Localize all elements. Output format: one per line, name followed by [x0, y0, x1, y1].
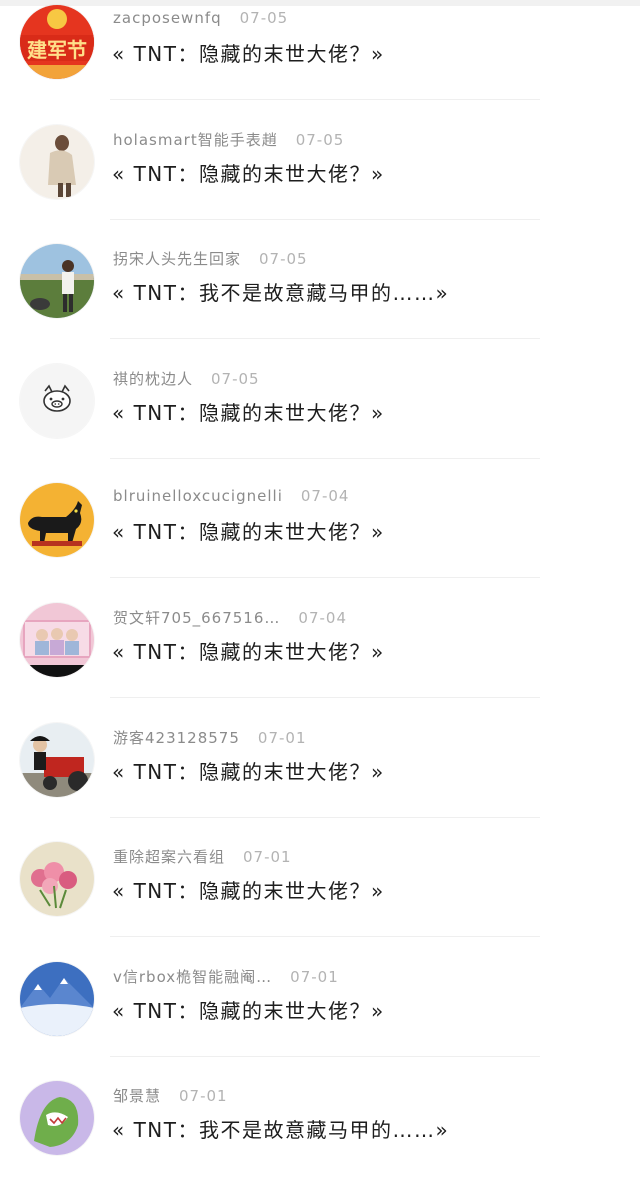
divider	[110, 936, 540, 938]
tractor-photo-avatar-icon[interactable]	[20, 722, 94, 797]
comment-date: 07-04	[298, 608, 347, 627]
comment-item[interactable]: holasmart智能手表趙 07-05 « TNT：隐藏的末世大佬？»	[0, 120, 640, 240]
username[interactable]: 重除超案六看组	[113, 848, 225, 866]
comment-meta: 贺文轩705_667516… 07-04	[113, 607, 347, 628]
divider	[110, 99, 540, 100]
comment-date: 07-04	[300, 487, 350, 506]
username[interactable]: 拐宋人头先生回家	[113, 250, 241, 268]
comment-date: 07-01	[257, 728, 307, 747]
username[interactable]: v信rbox桅智能融阉…	[113, 968, 272, 986]
username[interactable]: 游客423128575	[113, 729, 240, 747]
comment-text[interactable]: « TNT：我不是故意藏马甲的……»	[112, 1114, 449, 1143]
comment-date: 07-05	[259, 250, 308, 269]
flowers-avatar-icon[interactable]	[20, 842, 94, 917]
avatar-text: 建军节	[27, 38, 87, 62]
comment-text[interactable]: « TNT：隐藏的末世大佬？»	[112, 397, 385, 426]
comment-item[interactable]: 重除超案六看组 07-01 « TNT：隐藏的末世大佬？»	[0, 837, 640, 957]
comment-item[interactable]: 游客423128575 07-01 « TNT：隐藏的末世大佬？»	[0, 718, 640, 838]
comment-text[interactable]: « TNT：隐藏的末世大佬？»	[112, 756, 385, 785]
username[interactable]: 祺的枕边人	[113, 370, 193, 388]
comment-item[interactable]: v信rbox桅智能融阉… 07-01 « TNT：隐藏的末世大佬？»	[0, 957, 640, 1077]
username[interactable]: 贺文轩705_667516…	[113, 609, 280, 627]
comment-text[interactable]: « TNT：隐藏的末世大佬？»	[112, 995, 385, 1024]
comment-item[interactable]: 拐宋人头先生回家 07-05 « TNT：我不是故意藏马甲的……»	[0, 239, 640, 359]
comment-meta: 邹景慧 07-01	[113, 1085, 228, 1106]
comment-date: 07-05	[239, 9, 289, 27]
comment-text[interactable]: « TNT：隐藏的末世大佬？»	[112, 875, 385, 904]
pink-photo-avatar-icon[interactable]	[20, 602, 94, 677]
divider	[110, 1055, 540, 1057]
comment-item[interactable]: 建军节 zacposewnfq 07-05 « TNT：隐藏的末世大佬？»	[0, 0, 640, 120]
comment-meta: 拐宋人头先生回家 07-05	[113, 248, 308, 269]
comment-date: 07-05	[295, 130, 345, 149]
comment-text[interactable]: « TNT：我不是故意藏马甲的……»	[112, 277, 449, 306]
comment-date: 07-01	[243, 848, 292, 867]
festival-avatar-icon[interactable]: 建军节	[20, 5, 94, 79]
comment-date: 07-01	[290, 967, 339, 986]
comment-text[interactable]: « TNT：隐藏的末世大佬？»	[112, 636, 385, 665]
comment-text[interactable]: « TNT：隐藏的末世大佬？»	[112, 516, 385, 545]
divider	[110, 218, 540, 220]
outdoor-photo-avatar-icon[interactable]	[20, 244, 94, 319]
username[interactable]: holasmart智能手表趙	[113, 131, 278, 149]
comment-date: 07-01	[179, 1087, 228, 1106]
comment-meta: zacposewnfq 07-05	[113, 9, 288, 27]
comment-item[interactable]: 贺文轩705_667516… 07-04 « TNT：隐藏的末世大佬？»	[0, 598, 640, 718]
comment-meta: v信rbox桅智能融阉… 07-01	[113, 966, 339, 987]
black-cat-avatar-icon[interactable]	[20, 483, 94, 558]
divider	[110, 338, 540, 340]
divider	[110, 577, 540, 579]
comment-meta: holasmart智能手表趙 07-05	[113, 129, 344, 150]
person-photo-avatar-icon[interactable]	[20, 124, 94, 199]
comment-meta: blruinelloxcucignelli 07-04	[113, 487, 349, 505]
comment-item[interactable]: 邹景慧 07-01 « TNT：我不是故意藏马甲的……»	[0, 1076, 640, 1196]
comment-item[interactable]: 祺的枕边人 07-05 « TNT：隐藏的末世大佬？»	[0, 359, 640, 479]
comment-date: 07-05	[211, 369, 260, 388]
pig-face-avatar-icon[interactable]	[20, 363, 94, 438]
username[interactable]: 邹景慧	[113, 1087, 161, 1105]
comment-meta: 游客423128575 07-01	[113, 727, 307, 748]
username[interactable]: zacposewnfq	[113, 9, 222, 27]
username[interactable]: blruinelloxcucignelli	[113, 487, 283, 505]
comment-list: 建军节 zacposewnfq 07-05 « TNT：隐藏的末世大佬？» hol…	[0, 0, 640, 1196]
comment-meta: 祺的枕边人 07-05	[113, 368, 260, 389]
comment-text[interactable]: « TNT：隐藏的末世大佬？»	[112, 158, 385, 187]
divider	[110, 816, 540, 818]
comment-text[interactable]: « TNT：隐藏的末世大佬？»	[112, 38, 385, 67]
snow-mountain-avatar-icon[interactable]	[20, 961, 94, 1036]
divider	[110, 696, 540, 698]
divider	[110, 457, 540, 459]
cartoon-avatar-icon[interactable]	[20, 1081, 94, 1156]
comment-item[interactable]: blruinelloxcucignelli 07-04 « TNT：隐藏的末世大佬…	[0, 478, 640, 598]
comment-meta: 重除超案六看组 07-01	[113, 846, 292, 867]
